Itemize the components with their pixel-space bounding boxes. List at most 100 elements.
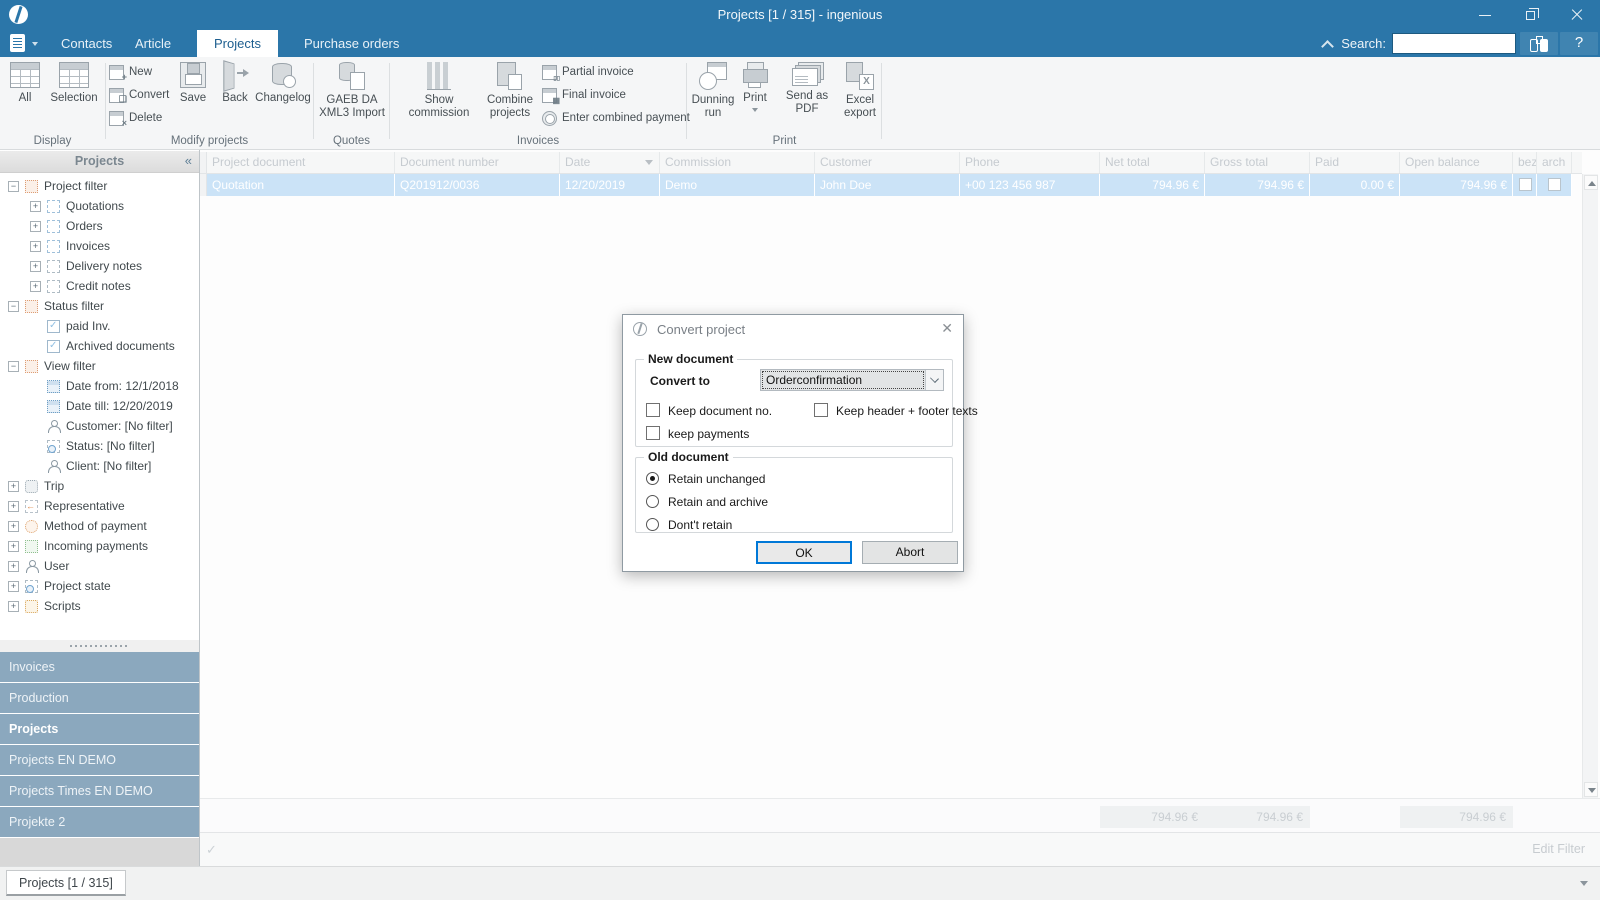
- dunning-run-button[interactable]: Dunning run: [690, 61, 736, 133]
- dont-retain-radio[interactable]: [646, 518, 659, 531]
- sidebar-splitter[interactable]: [0, 640, 199, 652]
- cell-arch[interactable]: [1537, 174, 1572, 196]
- expand-toggle-icon[interactable]: +: [30, 280, 41, 292]
- expand-toggle-icon[interactable]: +: [8, 600, 19, 612]
- save-button[interactable]: Save: [174, 61, 212, 133]
- ok-button[interactable]: OK: [756, 541, 852, 564]
- cell-document-number[interactable]: Q201912/0036: [395, 174, 560, 196]
- final-invoice-button[interactable]: Final invoice: [542, 85, 626, 105]
- print-button[interactable]: Print: [737, 61, 773, 133]
- app-menu-button[interactable]: [10, 34, 38, 53]
- column-header-document-number[interactable]: Document number: [395, 152, 560, 173]
- expand-toggle-icon[interactable]: +: [8, 580, 19, 592]
- partial-invoice-button[interactable]: Partial invoice: [542, 62, 634, 82]
- keep-document-no-checkbox[interactable]: [646, 403, 660, 417]
- dialog-close-icon[interactable]: ✕: [941, 320, 953, 337]
- tree-item-paid-inv[interactable]: paid Inv.: [0, 316, 198, 336]
- cell-paid[interactable]: 0.00 €: [1310, 174, 1400, 196]
- column-header-commission[interactable]: Commission: [660, 152, 815, 173]
- column-header-date[interactable]: Date: [560, 152, 660, 173]
- selection-button[interactable]: Selection: [46, 61, 102, 133]
- tab-contacts[interactable]: Contacts: [44, 30, 129, 57]
- column-header-open-balance[interactable]: Open balance: [1400, 152, 1513, 173]
- edit-filter-link[interactable]: Edit Filter: [1532, 842, 1585, 856]
- tab-article[interactable]: Article: [118, 30, 188, 57]
- cell-gross-total[interactable]: 794.96 €: [1205, 174, 1310, 196]
- tab-purchase-orders[interactable]: Purchase orders: [287, 30, 416, 57]
- tree-item-customer-no-filter[interactable]: Customer: [No filter]: [0, 416, 198, 436]
- cell-commission[interactable]: Demo: [660, 174, 815, 196]
- gaeb-import-button[interactable]: GAEB DA XML3 Import: [319, 61, 385, 133]
- tree-item-representative[interactable]: + Representative: [0, 496, 198, 516]
- changelog-button[interactable]: Changelog: [253, 61, 313, 133]
- tree-item-archived-documents[interactable]: Archived documents: [0, 336, 198, 356]
- panel-button-projects-en-demo[interactable]: Projects EN DEMO: [0, 745, 199, 775]
- collapse-toggle-icon[interactable]: −: [8, 180, 19, 192]
- panel-button-projekte-2[interactable]: Projekte 2: [0, 807, 199, 837]
- search-input[interactable]: [1392, 33, 1516, 54]
- all-button[interactable]: All: [6, 61, 44, 133]
- tree-item-trip[interactable]: + Trip: [0, 476, 198, 496]
- expand-toggle-icon[interactable]: +: [8, 520, 19, 532]
- help-button[interactable]: ?: [1560, 32, 1598, 55]
- collapse-sidebar-icon[interactable]: «: [185, 153, 192, 168]
- cell-phone[interactable]: +00 123 456 987: [960, 174, 1100, 196]
- send-as-pdf-button[interactable]: Send as PDF: [775, 61, 839, 133]
- column-header-bez[interactable]: bez: [1513, 152, 1537, 173]
- tab-projects[interactable]: Projects: [197, 30, 278, 57]
- tree-item-scripts[interactable]: + Scripts: [0, 596, 198, 616]
- new-button[interactable]: New: [109, 62, 152, 82]
- collapse-ribbon-icon[interactable]: [1322, 39, 1332, 49]
- tree-item-client-no-filter[interactable]: Client: [No filter]: [0, 456, 198, 476]
- tree-item-user[interactable]: + User: [0, 556, 198, 576]
- bez-checkbox[interactable]: [1518, 178, 1532, 191]
- column-header-net-total[interactable]: Net total: [1100, 152, 1205, 173]
- panel-button-invoices[interactable]: Invoices: [0, 652, 199, 682]
- cell-net-total[interactable]: 794.96 €: [1100, 174, 1205, 196]
- tree-item-view-filter[interactable]: − View filter: [0, 356, 198, 376]
- convert-button[interactable]: Convert: [109, 85, 169, 105]
- expand-toggle-icon[interactable]: +: [30, 240, 41, 252]
- excel-export-button[interactable]: Excel export: [839, 61, 881, 133]
- cell-project-document[interactable]: Quotation: [207, 174, 395, 196]
- column-header-gross-total[interactable]: Gross total: [1205, 152, 1310, 173]
- panel-button-production[interactable]: Production: [0, 683, 199, 713]
- arch-checkbox[interactable]: [1548, 178, 1561, 191]
- cell-customer[interactable]: John Doe: [815, 174, 960, 196]
- tree-item-date-till-12-20-2019[interactable]: Date till: 12/20/2019: [0, 396, 198, 416]
- expand-toggle-icon[interactable]: +: [8, 560, 19, 572]
- minimize-button[interactable]: [1462, 0, 1508, 30]
- cell-date[interactable]: 12/20/2019: [560, 174, 660, 196]
- tree-item-status-no-filter[interactable]: Status: [No filter]: [0, 436, 198, 456]
- tree-item-date-from-12-1-2018[interactable]: Date from: 12/1/2018: [0, 376, 198, 396]
- expand-toggle-icon[interactable]: +: [30, 260, 41, 272]
- combine-projects-button[interactable]: Combine projects: [483, 61, 537, 133]
- retain-and-archive-radio[interactable]: [646, 495, 659, 508]
- status-dropdown-icon[interactable]: [1580, 881, 1588, 886]
- tree-item-quotations[interactable]: + Quotations: [0, 196, 198, 216]
- tree-item-method-of-payment[interactable]: + Method of payment: [0, 516, 198, 536]
- back-button[interactable]: Back: [215, 61, 255, 133]
- delete-button[interactable]: Delete: [109, 108, 162, 128]
- vertical-scrollbar[interactable]: [1582, 174, 1598, 798]
- cell-open-balance[interactable]: 794.96 €: [1400, 174, 1513, 196]
- show-commission-button[interactable]: Show commission: [395, 61, 483, 133]
- filter-checkbox[interactable]: ✓: [206, 842, 221, 857]
- expand-toggle-icon[interactable]: +: [8, 500, 19, 512]
- keep-payments-checkbox[interactable]: [646, 426, 660, 440]
- expand-toggle-icon[interactable]: +: [30, 220, 41, 232]
- tree-item-invoices[interactable]: + Invoices: [0, 236, 198, 256]
- tree-item-incoming-payments[interactable]: + Incoming payments: [0, 536, 198, 556]
- column-header-paid[interactable]: Paid: [1310, 152, 1400, 173]
- panel-button-projects-times-en-demo[interactable]: Projects Times EN DEMO: [0, 776, 199, 806]
- expand-toggle-icon[interactable]: +: [8, 540, 19, 552]
- collapse-toggle-icon[interactable]: −: [8, 360, 19, 372]
- column-header-arch[interactable]: arch: [1537, 152, 1572, 173]
- abort-button[interactable]: Abort: [862, 541, 958, 564]
- status-tab-projects[interactable]: Projects [1 / 315]: [6, 870, 126, 896]
- column-header-phone[interactable]: Phone: [960, 152, 1100, 173]
- tree-item-project-filter[interactable]: − Project filter: [0, 176, 198, 196]
- keep-header-footer-checkbox[interactable]: [814, 403, 828, 417]
- grid-data-row[interactable]: Quotation Q201912/0036 12/20/2019 Demo John …: [200, 174, 1582, 196]
- scroll-down-button[interactable]: [1584, 782, 1598, 797]
